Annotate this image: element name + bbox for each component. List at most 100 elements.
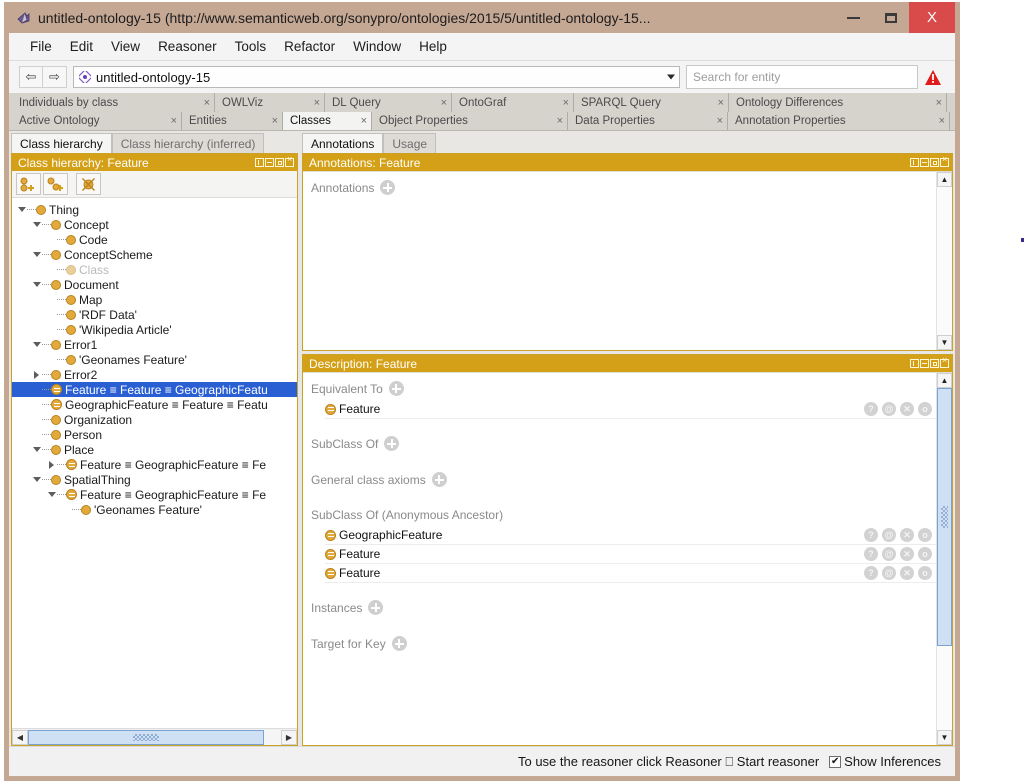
tab-class-hierarchy[interactable]: Class hierarchy bbox=[11, 133, 112, 153]
edit-icon[interactable]: o bbox=[918, 566, 932, 580]
explain-icon[interactable]: ? bbox=[864, 547, 878, 561]
tab-owlviz[interactable]: OWLViz × bbox=[215, 93, 325, 112]
tree-node[interactable]: Place bbox=[12, 442, 297, 457]
tree-node[interactable]: Organization bbox=[12, 412, 297, 427]
hscroll-left-arrow[interactable]: ◀ bbox=[12, 729, 28, 745]
chevron-right-icon[interactable] bbox=[46, 457, 57, 472]
menu-edit[interactable]: Edit bbox=[61, 36, 102, 57]
tab-close-icon[interactable]: × bbox=[204, 97, 210, 109]
add-subclass-of-button[interactable] bbox=[384, 436, 400, 451]
panel-maximize-icon[interactable] bbox=[930, 359, 939, 368]
vscroll-down-arrow[interactable]: ▼ bbox=[937, 335, 952, 350]
tree-node[interactable]: Code bbox=[12, 232, 297, 247]
ontology-selector-combo[interactable]: untitled-ontology-15 bbox=[73, 66, 680, 88]
chevron-right-icon[interactable] bbox=[31, 367, 42, 382]
tree-node[interactable]: Error1 bbox=[12, 337, 297, 352]
vscroll-track[interactable] bbox=[937, 388, 952, 730]
hscroll-right-arrow[interactable]: ▶ bbox=[281, 729, 297, 745]
menu-refactor[interactable]: Refactor bbox=[275, 36, 344, 57]
edit-icon[interactable]: o bbox=[918, 547, 932, 561]
menu-file[interactable]: File bbox=[21, 36, 61, 57]
vscroll-up-arrow[interactable]: ▲ bbox=[937, 172, 952, 187]
tab-close-icon[interactable]: × bbox=[441, 97, 447, 109]
edit-icon[interactable]: o bbox=[918, 528, 932, 542]
chevron-down-icon[interactable] bbox=[46, 487, 57, 502]
delete-icon[interactable]: ✕ bbox=[900, 528, 914, 542]
axiom-row[interactable]: Feature? @ ✕ o bbox=[325, 400, 936, 419]
delete-icon[interactable]: ✕ bbox=[900, 547, 914, 561]
annotations-vscrollbar[interactable]: ▲ ▼ bbox=[936, 172, 952, 350]
vscroll-down-arrow[interactable]: ▼ bbox=[937, 730, 952, 745]
tree-node[interactable]: Map bbox=[12, 292, 297, 307]
tab-close-icon[interactable]: × bbox=[718, 97, 724, 109]
tab-close-icon[interactable]: × bbox=[717, 115, 723, 127]
annotate-icon[interactable]: @ bbox=[882, 402, 896, 416]
add-subclass-button[interactable] bbox=[16, 173, 41, 195]
tab-close-icon[interactable]: × bbox=[557, 115, 563, 127]
annotate-icon[interactable]: @ bbox=[882, 547, 896, 561]
class-hierarchy-tree[interactable]: Thing Concept Code ConceptScheme Class Docume… bbox=[12, 198, 297, 728]
chevron-down-icon[interactable] bbox=[16, 202, 27, 217]
chevron-down-icon[interactable] bbox=[31, 277, 42, 292]
tree-node[interactable]: Class bbox=[12, 262, 297, 277]
tab-dl-query[interactable]: DL Query × bbox=[325, 93, 452, 112]
add-target-for-key-button[interactable] bbox=[391, 636, 407, 651]
tab-close-icon[interactable]: × bbox=[936, 97, 942, 109]
tab-close-icon[interactable]: × bbox=[272, 115, 278, 127]
tab-entities[interactable]: Entities × bbox=[182, 112, 283, 130]
maximize-button[interactable] bbox=[872, 2, 909, 33]
add-equivalent-to-button[interactable] bbox=[388, 381, 404, 396]
chevron-down-icon[interactable] bbox=[31, 442, 42, 457]
tree-node[interactable]: 'Geonames Feature' bbox=[12, 352, 297, 367]
tab-close-icon[interactable]: × bbox=[314, 97, 320, 109]
chevron-down-icon[interactable] bbox=[31, 337, 42, 352]
panel-split-icon[interactable] bbox=[910, 359, 919, 368]
panel-collapse-icon[interactable] bbox=[920, 158, 929, 167]
delete-icon[interactable]: ✕ bbox=[900, 566, 914, 580]
tree-node[interactable]: Feature ≡ Feature ≡ GeographicFeatu bbox=[12, 382, 297, 397]
annotate-icon[interactable]: @ bbox=[882, 528, 896, 542]
panel-close-icon[interactable] bbox=[285, 155, 294, 167]
delete-class-button[interactable] bbox=[76, 173, 101, 195]
tab-sparql-query[interactable]: SPARQL Query × bbox=[574, 93, 729, 112]
tree-node[interactable]: SpatialThing bbox=[12, 472, 297, 487]
tab-class-hierarchy-inferred[interactable]: Class hierarchy (inferred) bbox=[111, 133, 265, 153]
panel-collapse-icon[interactable] bbox=[265, 158, 274, 167]
add-annotation-button[interactable] bbox=[380, 180, 396, 195]
hscroll-thumb[interactable] bbox=[28, 729, 264, 745]
chevron-down-icon[interactable] bbox=[31, 472, 42, 487]
menu-help[interactable]: Help bbox=[410, 36, 456, 57]
vscroll-up-arrow[interactable]: ▲ bbox=[937, 373, 952, 388]
tree-node[interactable]: 'Geonames Feature' bbox=[12, 502, 297, 517]
chevron-down-icon[interactable] bbox=[31, 217, 42, 232]
menu-tools[interactable]: Tools bbox=[226, 36, 276, 57]
tab-object-properties[interactable]: Object Properties × bbox=[372, 112, 568, 130]
menu-view[interactable]: View bbox=[102, 36, 149, 57]
delete-icon[interactable]: ✕ bbox=[900, 402, 914, 416]
class-tree-hscrollbar[interactable]: ◀ ▶ bbox=[12, 728, 297, 745]
show-inferences-checkbox[interactable]: ✔ bbox=[829, 755, 842, 768]
edit-icon[interactable]: o bbox=[918, 402, 932, 416]
axiom-row[interactable]: Feature? @ ✕ o bbox=[325, 545, 936, 564]
annotate-icon[interactable]: @ bbox=[882, 566, 896, 580]
tree-node[interactable]: Error2 bbox=[12, 367, 297, 382]
tab-annotations[interactable]: Annotations bbox=[302, 133, 384, 153]
hscroll-track[interactable] bbox=[28, 729, 281, 745]
panel-collapse-icon[interactable] bbox=[920, 359, 929, 368]
tab-annotation-properties[interactable]: Annotation Properties × bbox=[728, 112, 950, 130]
tab-close-icon[interactable]: × bbox=[563, 97, 569, 109]
panel-close-icon[interactable] bbox=[940, 356, 949, 368]
tab-active-ontology[interactable]: Active Ontology × bbox=[12, 112, 182, 130]
tree-node[interactable]: Feature ≡ GeographicFeature ≡ Fe bbox=[12, 457, 297, 472]
tree-node[interactable]: Document bbox=[12, 277, 297, 292]
warning-icon[interactable] bbox=[925, 69, 941, 85]
back-arrow-icon[interactable]: ⇦ bbox=[19, 66, 43, 88]
tab-close-icon[interactable]: × bbox=[939, 115, 945, 127]
tree-node[interactable]: ConceptScheme bbox=[12, 247, 297, 262]
panel-close-icon[interactable] bbox=[940, 155, 949, 167]
explain-icon[interactable]: ? bbox=[864, 528, 878, 542]
add-general-class-axioms-button[interactable] bbox=[431, 472, 447, 487]
vscroll-track[interactable] bbox=[937, 187, 952, 335]
minimize-button[interactable] bbox=[835, 2, 872, 33]
forward-arrow-icon[interactable]: ⇨ bbox=[43, 66, 67, 88]
